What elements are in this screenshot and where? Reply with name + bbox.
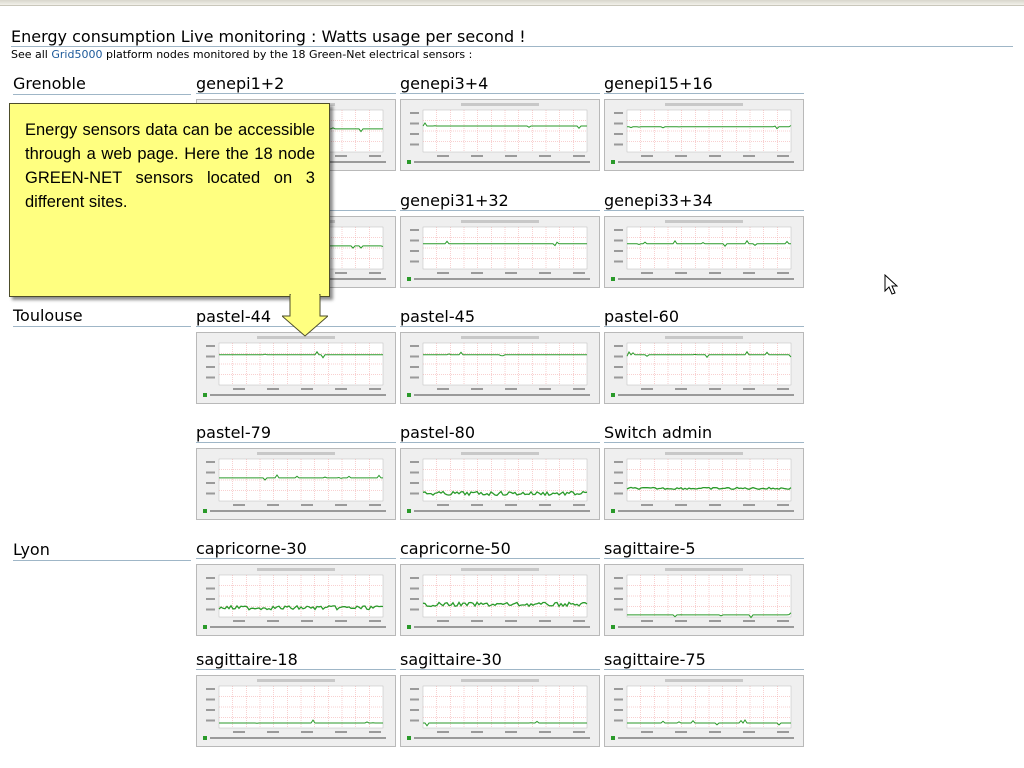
node-genepi33-34: genepi33+34 — [604, 191, 804, 288]
energy-graph-plot — [407, 679, 590, 740]
node-genepi15-16: genepi15+16 — [604, 74, 804, 171]
page-title: Energy consumption Live monitoring : Wat… — [11, 27, 526, 46]
energy-graph[interactable] — [400, 564, 600, 636]
node-name: genepi3+4 — [400, 74, 600, 94]
node-name: sagittaire-18 — [196, 650, 396, 670]
site-toulouse: Toulouse — [13, 306, 191, 327]
site-grenoble: Grenoble — [13, 74, 191, 95]
energy-graph[interactable] — [604, 448, 804, 520]
node-name: sagittaire-5 — [604, 539, 804, 559]
node-name: genepi31+32 — [400, 191, 600, 211]
energy-graph[interactable] — [604, 99, 804, 171]
grid5000-link[interactable]: Grid5000 — [51, 48, 102, 61]
subtitle-text-start: See all — [11, 48, 52, 61]
node-name: genepi33+34 — [604, 191, 804, 211]
node-name: genepi1+2 — [196, 74, 396, 94]
energy-graph-plot — [611, 452, 794, 513]
energy-graph[interactable] — [604, 675, 804, 747]
info-callout: Energy sensors data can be accessible th… — [9, 103, 330, 297]
node-capricorne-50: capricorne-50 — [400, 539, 600, 636]
energy-graph-plot — [203, 452, 386, 513]
node-name: pastel-80 — [400, 423, 600, 443]
node-sagittaire-5: sagittaire-5 — [604, 539, 804, 636]
node-name: pastel-60 — [604, 307, 804, 327]
energy-graph-plot — [407, 568, 590, 629]
node-sagittaire-75: sagittaire-75 — [604, 650, 804, 747]
node-name: capricorne-50 — [400, 539, 600, 559]
node-switch-admin: Switch admin — [604, 423, 804, 520]
energy-graph-plot — [407, 220, 590, 281]
node-pastel-45: pastel-45 — [400, 307, 600, 404]
callout-arrow-icon — [282, 294, 328, 337]
node-name: Switch admin — [604, 423, 804, 443]
energy-graph-plot — [407, 336, 590, 397]
energy-graph[interactable] — [400, 332, 600, 404]
energy-graph[interactable] — [400, 448, 600, 520]
node-name: genepi15+16 — [604, 74, 804, 94]
title-rule — [11, 46, 1013, 47]
node-genepi3-4: genepi3+4 — [400, 74, 600, 171]
page-subtitle: See all Grid5000 platform nodes monitore… — [11, 48, 472, 61]
site-lyon: Lyon — [13, 540, 191, 561]
node-name: capricorne-30 — [196, 539, 396, 559]
node-pastel-60: pastel-60 — [604, 307, 804, 404]
node-capricorne-30: capricorne-30 — [196, 539, 396, 636]
node-sagittaire-18: sagittaire-18 — [196, 650, 396, 747]
browser-top-strip — [0, 0, 1024, 6]
energy-graph[interactable] — [604, 564, 804, 636]
energy-graph[interactable] — [604, 216, 804, 288]
node-sagittaire-30: sagittaire-30 — [400, 650, 600, 747]
subtitle-text-end: platform nodes monitored by the 18 Green… — [102, 48, 473, 61]
energy-graph[interactable] — [400, 99, 600, 171]
node-pastel-80: pastel-80 — [400, 423, 600, 520]
energy-graph[interactable] — [196, 675, 396, 747]
energy-graph-plot — [407, 452, 590, 513]
energy-graph[interactable] — [196, 564, 396, 636]
energy-graph-plot — [203, 679, 386, 740]
energy-graph[interactable] — [400, 675, 600, 747]
node-name: pastel-79 — [196, 423, 396, 443]
node-pastel-79: pastel-79 — [196, 423, 396, 520]
energy-graph-plot — [611, 103, 794, 164]
energy-graph[interactable] — [196, 448, 396, 520]
energy-graph-plot — [611, 336, 794, 397]
mouse-pointer-icon — [884, 274, 898, 295]
energy-graph[interactable] — [196, 332, 396, 404]
energy-graph-plot — [407, 103, 590, 164]
node-name: sagittaire-30 — [400, 650, 600, 670]
energy-graph[interactable] — [604, 332, 804, 404]
energy-graph-plot — [203, 336, 386, 397]
energy-graph-plot — [611, 220, 794, 281]
energy-graph-plot — [611, 679, 794, 740]
energy-graph[interactable] — [400, 216, 600, 288]
node-name: pastel-45 — [400, 307, 600, 327]
energy-graph-plot — [203, 568, 386, 629]
node-genepi31-32: genepi31+32 — [400, 191, 600, 288]
energy-graph-plot — [611, 568, 794, 629]
callout-text: Energy sensors data can be accessible th… — [25, 121, 315, 211]
node-name: sagittaire-75 — [604, 650, 804, 670]
